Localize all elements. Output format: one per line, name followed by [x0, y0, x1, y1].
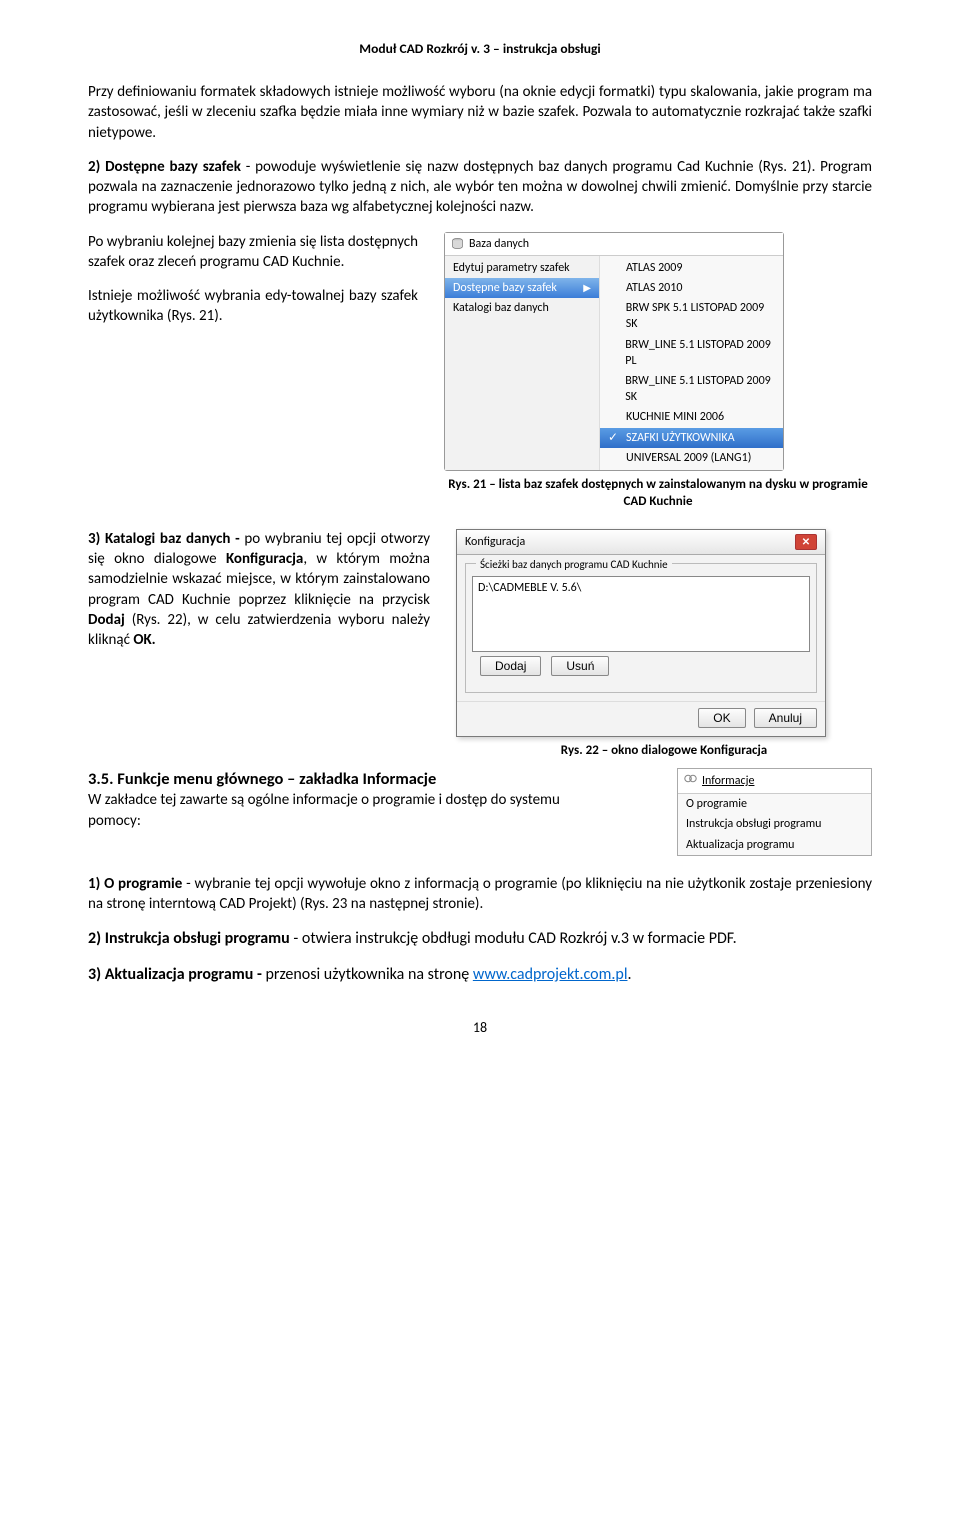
paragraph-3: 3) Katalogi baz danych - po wybraniu tej… [88, 529, 430, 651]
cancel-button[interactable]: Anuluj [754, 708, 817, 728]
menu-left-panel: Edytuj parametry szafek Dostępne bazy sz… [445, 256, 600, 470]
submenu-label: BRW SPK 5.1 LISTOPAD 2009 SK [626, 300, 775, 332]
submenu-item[interactable]: BRW_LINE 5.1 LISTOPAD 2009 PL [600, 335, 783, 371]
item-1-title: 1) O programie [88, 875, 182, 893]
info-menu-title-row: Informacje [678, 769, 871, 794]
left-paragraph-2: Istnieje możliwość wybrania edy-towalnej… [88, 286, 418, 327]
section-3-5: Informacje O programie Instrukcja obsług… [88, 768, 872, 856]
submenu-label: KUCHNIE MINI 2006 [626, 409, 724, 425]
item-1-body: - wybranie tej opcji wywołuje okno z inf… [88, 875, 872, 913]
paragraph-1: Przy definiowaniu formatek składowych is… [88, 82, 872, 143]
ok-button[interactable]: OK [698, 708, 745, 728]
database-menu: Baza danych Edytuj parametry szafek Dost… [444, 232, 784, 471]
submenu-label: ATLAS 2010 [626, 280, 682, 296]
database-icon [451, 237, 464, 250]
check-icon: ✓ [608, 430, 620, 446]
paragraph-2: 2) Dostępne bazy szafek - powoduje wyświ… [88, 157, 872, 218]
menu-item-available-bases[interactable]: Dostępne bazy szafek ▶ [445, 278, 599, 298]
info-menu-title: Informacje [702, 773, 754, 789]
submenu-item[interactable]: BRW_LINE 5.1 LISTOPAD 2009 SK [600, 371, 783, 407]
dialog-fieldset: Ścieżki baz danych programu CAD Kuchnie … [465, 563, 817, 693]
info-item-update[interactable]: Aktualizacja programu [678, 835, 871, 855]
figure-22-caption: Rys. 22 – okno dialogowe Konfiguracja [456, 743, 872, 760]
submenu-label: SZAFKI UŻYTKOWNIKA [626, 430, 735, 446]
menu-title-row: Baza danych [445, 233, 783, 256]
paragraph-4: 1) O programie - wybranie tej opcji wywo… [88, 874, 872, 915]
section-intro: W zakładce tej zawarte są ogólne informa… [88, 790, 608, 831]
chevron-right-icon: ▶ [583, 281, 591, 295]
submenu-label: ATLAS 2009 [626, 260, 682, 276]
menu-item-label: Dostępne bazy szafek [453, 280, 557, 296]
item-3-title: 3) Katalogi baz danych - [88, 530, 244, 548]
info-icon [684, 772, 697, 790]
menu-item-edit-params[interactable]: Edytuj parametry szafek [445, 258, 599, 278]
submenu-label: BRW_LINE 5.1 LISTOPAD 2009 SK [625, 373, 775, 405]
info-menu: Informacje O programie Instrukcja obsług… [677, 768, 872, 856]
submenu-item[interactable]: KUCHNIE MINI 2006 [600, 407, 783, 427]
submenu-item[interactable]: ATLAS 2009 [600, 258, 783, 278]
period: . [628, 965, 632, 984]
fieldset-label: Ścieżki baz danych programu CAD Kuchnie [476, 558, 672, 573]
submenu-label: UNIVERSAL 2009 (LANG1) [626, 450, 751, 466]
info-item-about[interactable]: O programie [678, 794, 871, 814]
cadprojekt-link[interactable]: www.cadprojekt.com.pl [473, 965, 628, 984]
paragraph-5: 2) Instrukcja obsługi programu - otwiera… [88, 928, 872, 950]
item-3b-body: przenosi użytkownika na stronę [265, 965, 472, 984]
submenu-item[interactable]: BRW SPK 5.1 LISTOPAD 2009 SK [600, 298, 783, 334]
paragraph-6: 3) Aktualizacja programu - przenosi użyt… [88, 964, 872, 986]
item-2b-body: - otwiera instrukcję obdługi modułu CAD … [290, 929, 737, 948]
submenu-label: BRW_LINE 5.1 LISTOPAD 2009 PL [625, 337, 775, 369]
submenu-item[interactable]: UNIVERSAL 2009 (LANG1) [600, 448, 783, 468]
add-button[interactable]: Dodaj [480, 656, 541, 676]
p3-ok: OK. [133, 631, 155, 649]
submenu-panel: ATLAS 2009 ATLAS 2010 BRW SPK 5.1 LISTOP… [600, 256, 783, 470]
p3-dodaj: Dodaj [88, 611, 125, 629]
menu-item-catalogs[interactable]: Katalogi baz danych [445, 298, 599, 318]
left-paragraph-1: Po wybraniu kolejnej bazy zmienia się li… [88, 232, 418, 273]
close-icon[interactable]: ✕ [795, 534, 817, 550]
item-2-title: 2) Dostępne bazy szafek [88, 158, 241, 176]
item-3b-title: 3) Aktualizacja programu - [88, 965, 265, 984]
item-2b-title: 2) Instrukcja obsługi programu [88, 929, 290, 948]
menu-title-text: Baza danych [469, 236, 529, 252]
figure-21-caption: Rys. 21 – lista baz szafek dostępnych w … [444, 477, 872, 511]
dialog-titlebar: Konfiguracja ✕ [457, 530, 825, 555]
p3-konfiguracja: Konfiguracja [226, 550, 303, 568]
submenu-item-selected[interactable]: ✓ SZAFKI UŻYTKOWNIKA [600, 428, 783, 448]
config-dialog: Konfiguracja ✕ Ścieżki baz danych progra… [456, 529, 826, 737]
remove-button[interactable]: Usuń [551, 656, 609, 676]
paths-listbox[interactable]: D:\CADMEBLE V. 5.6\ [472, 576, 810, 652]
dialog-title: Konfiguracja [465, 534, 525, 550]
submenu-item[interactable]: ATLAS 2010 [600, 278, 783, 298]
page-number: 18 [88, 1019, 872, 1038]
page-header: Moduł CAD Rozkrój v. 3 – instrukcja obsł… [88, 40, 872, 58]
info-item-manual[interactable]: Instrukcja obsługi programu [678, 814, 871, 834]
